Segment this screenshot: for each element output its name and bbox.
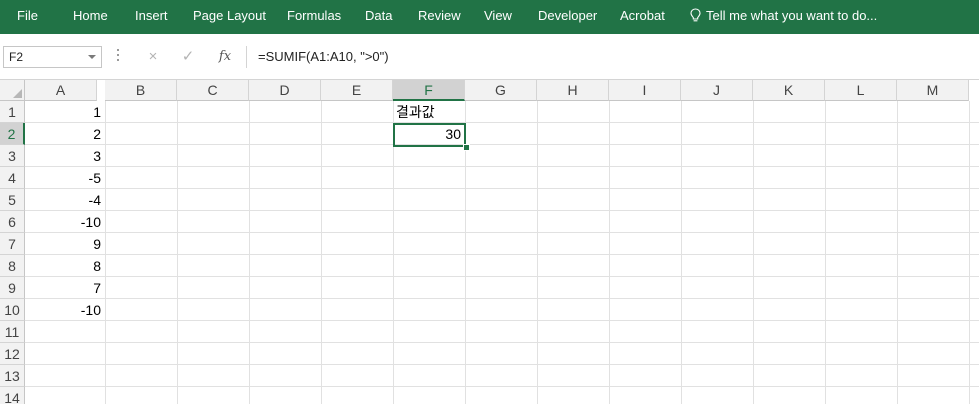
tab-file[interactable]: File: [17, 0, 38, 34]
tab-home[interactable]: Home: [73, 0, 108, 34]
tab-formulas[interactable]: Formulas: [287, 0, 341, 34]
row-header-9[interactable]: 9: [0, 277, 25, 299]
gridline: [25, 210, 979, 211]
column-header-e[interactable]: E: [321, 80, 393, 101]
gridline: [25, 166, 979, 167]
gridline: [825, 101, 826, 404]
gridline: [25, 188, 979, 189]
column-header-a[interactable]: A: [25, 80, 97, 101]
gridline: [753, 101, 754, 404]
gridline: [25, 232, 979, 233]
row-header-5[interactable]: 5: [0, 189, 25, 211]
column-header-j[interactable]: J: [681, 80, 753, 101]
row-header-8[interactable]: 8: [0, 255, 25, 277]
lightbulb-icon: [690, 8, 701, 21]
cell-a2[interactable]: 2: [25, 123, 105, 145]
chevron-down-icon[interactable]: [88, 55, 96, 59]
formula-input[interactable]: =SUMIF(A1:A10, ">0"): [258, 46, 389, 68]
gridline: [25, 364, 979, 365]
row-header-3[interactable]: 3: [0, 145, 25, 167]
tell-me-box[interactable]: Tell me what you want to do...: [690, 0, 877, 34]
select-all-button[interactable]: [0, 80, 25, 101]
cell-a5[interactable]: -4: [25, 189, 105, 211]
tab-page-layout[interactable]: Page Layout: [193, 0, 266, 34]
gridline: [25, 254, 979, 255]
tab-acrobat[interactable]: Acrobat: [620, 0, 665, 34]
row-header-14[interactable]: 14: [0, 387, 25, 404]
column-header-f[interactable]: F: [393, 80, 465, 101]
gridline: [897, 101, 898, 404]
row-header-2[interactable]: 2: [0, 123, 25, 145]
gridline: [25, 144, 979, 145]
ribbon-bar: File Home Insert Page Layout Formulas Da…: [0, 0, 979, 34]
row-header-7[interactable]: 7: [0, 233, 25, 255]
row-header-13[interactable]: 13: [0, 365, 25, 387]
tab-developer[interactable]: Developer: [538, 0, 597, 34]
column-header-b[interactable]: B: [105, 80, 177, 101]
column-header-g[interactable]: G: [465, 80, 537, 101]
column-header-h[interactable]: H: [537, 80, 609, 101]
row-header-1[interactable]: 1: [0, 101, 25, 123]
enter-icon[interactable]: ✓: [173, 46, 203, 68]
cell-a7[interactable]: 9: [25, 233, 105, 255]
gridline: [25, 342, 979, 343]
row-header-12[interactable]: 12: [0, 343, 25, 365]
select-all-triangle-icon: [13, 89, 22, 98]
gridline: [25, 122, 979, 123]
cell-a8[interactable]: 8: [25, 255, 105, 277]
row-header-4[interactable]: 4: [0, 167, 25, 189]
gridline: [25, 276, 979, 277]
gridline: [25, 320, 979, 321]
gridline: [25, 298, 979, 299]
column-header-i[interactable]: I: [609, 80, 681, 101]
cell-a4[interactable]: -5: [25, 167, 105, 189]
insert-function-icon[interactable]: fx: [210, 46, 240, 68]
cancel-icon[interactable]: ×: [138, 46, 168, 68]
cell-a9[interactable]: 7: [25, 277, 105, 299]
name-box-value: F2: [9, 50, 24, 64]
cell-a6[interactable]: -10: [25, 211, 105, 233]
row-header-11[interactable]: 11: [0, 321, 25, 343]
cell-f1[interactable]: 결과값: [393, 101, 465, 123]
gridline: [25, 386, 979, 387]
column-header-l[interactable]: L: [825, 80, 897, 101]
cell-a1[interactable]: 1: [25, 101, 105, 123]
gridline: [537, 101, 538, 404]
worksheet-grid: A B C D E F G H I J K L M 1 2 3 4 5 6 7 …: [0, 80, 979, 404]
active-cell-border: [393, 123, 466, 147]
gridline: [609, 101, 610, 404]
gridline: [177, 101, 178, 404]
column-header-c[interactable]: C: [177, 80, 249, 101]
row-header-6[interactable]: 6: [0, 211, 25, 233]
formula-bar-divider: [246, 46, 247, 68]
formula-bar: F2 × ✓ fx =SUMIF(A1:A10, ">0"): [0, 34, 979, 80]
name-box[interactable]: F2: [3, 46, 102, 68]
gridline: [681, 101, 682, 404]
tab-view[interactable]: View: [484, 0, 512, 34]
tab-data[interactable]: Data: [365, 0, 392, 34]
gridline: [249, 101, 250, 404]
tab-insert[interactable]: Insert: [135, 0, 168, 34]
column-header-m[interactable]: M: [897, 80, 969, 101]
gridline: [969, 101, 970, 404]
column-header-k[interactable]: K: [753, 80, 825, 101]
cell-a3[interactable]: 3: [25, 145, 105, 167]
gridline: [321, 101, 322, 404]
tell-me-text: Tell me what you want to do...: [706, 8, 878, 23]
column-header-d[interactable]: D: [249, 80, 321, 101]
cell-a10[interactable]: -10: [25, 299, 105, 321]
drag-handle-icon[interactable]: [117, 49, 120, 65]
gridline: [105, 101, 106, 404]
tab-review[interactable]: Review: [418, 0, 461, 34]
fill-handle[interactable]: [463, 144, 470, 151]
row-header-10[interactable]: 10: [0, 299, 25, 321]
